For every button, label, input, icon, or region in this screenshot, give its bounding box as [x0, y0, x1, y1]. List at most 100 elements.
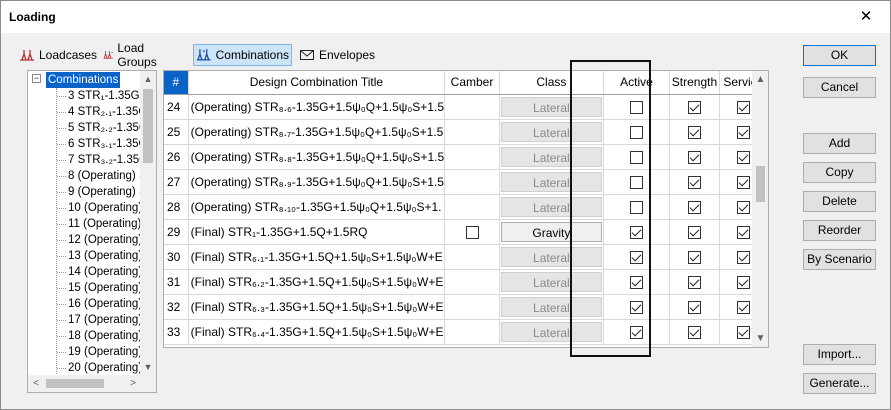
strength-checkbox[interactable]	[687, 325, 701, 339]
strength-cell[interactable]	[669, 94, 720, 120]
grid-scroll-up-icon[interactable]: ▲	[752, 71, 768, 88]
tree-item[interactable]: 15 (Operating)	[56, 280, 141, 296]
grid-vertical-scrollbar[interactable]: ▲ ▼	[752, 71, 768, 347]
table-row[interactable]: 24 (Operating) STR₈.₆-1.35G+1.5ψ₀Q+1.5ψ₀S…	[164, 94, 768, 120]
camber-cell[interactable]	[444, 219, 500, 245]
scroll-left-icon[interactable]: <	[28, 375, 44, 392]
column-header-title[interactable]: Design Combination Title	[188, 71, 446, 95]
tree-item[interactable]: 18 (Operating)	[56, 328, 141, 344]
combination-title-cell[interactable]: (Final) STR₆.₃-1.35G+1.5Q+1.5ψ₀S+1.5ψ₀W+…	[188, 294, 446, 320]
service-checkbox[interactable]	[736, 225, 750, 239]
strength-checkbox[interactable]	[687, 175, 701, 189]
scroll-down-icon[interactable]: ▼	[140, 359, 156, 375]
tree-item[interactable]: 11 (Operating)	[56, 216, 141, 232]
row-number-cell[interactable]: 27	[164, 169, 189, 195]
table-row[interactable]: 25 (Operating) STR₈.₇-1.35G+1.5ψ₀Q+1.5ψ₀S…	[164, 119, 768, 145]
combination-title-cell[interactable]: (Final) STR₁-1.35G+1.5Q+1.5RQ	[188, 219, 446, 245]
combination-title-cell[interactable]: (Operating) STR₈.₆-1.35G+1.5ψ₀Q+1.5ψ₀S+1…	[188, 94, 446, 120]
strength-checkbox[interactable]	[687, 225, 701, 239]
combination-title-cell[interactable]: (Operating) STR₈.₇-1.35G+1.5ψ₀Q+1.5ψ₀S+1…	[188, 119, 446, 145]
scroll-right-icon[interactable]: >	[125, 375, 141, 392]
tree-root-combinations[interactable]: Combinations	[46, 72, 121, 88]
tab-combinations[interactable]: Combinations	[193, 44, 292, 66]
tree-horizontal-scrollbar[interactable]: < >	[28, 375, 141, 392]
combinations-tree[interactable]: − Combinations 3 STR₁-1.35G+ 4 STR₂.₁-1.…	[27, 70, 157, 393]
by-scenario-button[interactable]: By Scenario	[803, 249, 876, 270]
strength-cell[interactable]	[669, 169, 720, 195]
strength-checkbox[interactable]	[687, 150, 701, 164]
service-checkbox[interactable]	[736, 150, 750, 164]
tree-item[interactable]: 9 (Operating) S	[57, 184, 141, 200]
tab-load-groups[interactable]: Load Groups	[101, 41, 164, 69]
tree-item[interactable]: 7 STR₃.₂-1.35G	[56, 152, 141, 168]
strength-cell[interactable]	[669, 244, 720, 270]
strength-checkbox[interactable]	[687, 275, 701, 289]
table-row[interactable]: 27 (Operating) STR₈.₉-1.35G+1.5ψ₀Q+1.5ψ₀S…	[164, 169, 768, 195]
strength-checkbox[interactable]	[687, 200, 701, 214]
strength-cell[interactable]	[669, 319, 720, 345]
tab-loadcases[interactable]: Loadcases	[17, 44, 99, 66]
strength-cell[interactable]	[669, 219, 720, 245]
column-header-strength[interactable]: Strength	[669, 71, 720, 95]
tree-item[interactable]: 4 STR₂.₁-1.35G	[56, 104, 141, 120]
table-row[interactable]: 26 (Operating) STR₈.₈-1.35G+1.5ψ₀Q+1.5ψ₀S…	[164, 144, 768, 170]
tree-item[interactable]: 13 (Operating)	[56, 248, 141, 264]
service-checkbox[interactable]	[736, 200, 750, 214]
copy-button[interactable]: Copy	[803, 162, 876, 183]
table-row[interactable]: 33 (Final) STR₆.₄-1.35G+1.5Q+1.5ψ₀S+1.5ψ₀…	[164, 319, 768, 345]
add-button[interactable]: Add	[803, 133, 876, 154]
tree-scroll-thumb[interactable]	[143, 89, 153, 163]
strength-checkbox[interactable]	[687, 100, 701, 114]
row-number-cell[interactable]: 28	[164, 194, 189, 220]
table-row[interactable]: 30 (Final) STR₆.₁-1.35G+1.5Q+1.5ψ₀S+1.5ψ₀…	[164, 244, 768, 270]
row-number-cell[interactable]: 32	[164, 294, 189, 320]
tree-item[interactable]: 14 (Operating)	[56, 264, 141, 280]
service-checkbox[interactable]	[736, 300, 750, 314]
table-row[interactable]: 28 (Operating) STR₈.₁₀-1.35G+1.5ψ₀Q+1.5ψ₀…	[164, 194, 768, 220]
ok-button[interactable]: OK	[803, 45, 876, 66]
strength-checkbox[interactable]	[687, 300, 701, 314]
strength-cell[interactable]	[669, 119, 720, 145]
tree-item[interactable]: 17 (Operating)	[56, 312, 141, 328]
row-number-cell[interactable]: 33	[164, 319, 189, 345]
row-number-cell[interactable]: 31	[164, 269, 189, 295]
service-checkbox[interactable]	[736, 275, 750, 289]
tree-hscroll-thumb[interactable]	[46, 379, 104, 388]
service-checkbox[interactable]	[736, 100, 750, 114]
grid-scroll-down-icon[interactable]: ▼	[752, 330, 768, 347]
tree-item[interactable]: 19 (Operating)	[56, 344, 141, 360]
generate-button[interactable]: Generate...	[803, 373, 876, 394]
row-number-cell[interactable]: 26	[164, 144, 189, 170]
strength-cell[interactable]	[669, 269, 720, 295]
tree-item[interactable]: 16 (Operating)	[56, 296, 141, 312]
tree-item[interactable]: 12 (Operating)	[56, 232, 141, 248]
combination-title-cell[interactable]: (Final) STR₆.₂-1.35G+1.5Q+1.5ψ₀S+1.5ψ₀W+…	[188, 269, 446, 295]
strength-cell[interactable]	[669, 294, 720, 320]
tree-item[interactable]: 10 (Operating)	[56, 200, 141, 216]
strength-cell[interactable]	[669, 144, 720, 170]
close-icon[interactable]: ✕	[851, 1, 881, 33]
strength-checkbox[interactable]	[687, 125, 701, 139]
service-checkbox[interactable]	[736, 175, 750, 189]
scroll-up-icon[interactable]: ▲	[140, 71, 156, 87]
row-number-cell[interactable]: 24	[164, 94, 189, 120]
tree-item[interactable]: 8 (Operating) S	[57, 168, 141, 184]
tree-item[interactable]: 3 STR₁-1.35G+	[56, 88, 141, 104]
table-row[interactable]: 29 (Final) STR₁-1.35G+1.5Q+1.5RQ Gravity	[164, 219, 768, 245]
column-header-number[interactable]: #	[164, 71, 189, 95]
service-checkbox[interactable]	[736, 250, 750, 264]
grid-scroll-thumb[interactable]	[756, 166, 765, 202]
collapse-icon[interactable]: −	[32, 74, 41, 83]
table-row[interactable]: 31 (Final) STR₆.₂-1.35G+1.5Q+1.5ψ₀S+1.5ψ₀…	[164, 269, 768, 295]
service-checkbox[interactable]	[736, 125, 750, 139]
row-number-cell[interactable]: 25	[164, 119, 189, 145]
strength-cell[interactable]	[669, 194, 720, 220]
combinations-grid[interactable]: # Design Combination Title Camber Class …	[163, 70, 769, 348]
service-checkbox[interactable]	[736, 325, 750, 339]
camber-checkbox[interactable]	[465, 225, 479, 239]
table-row[interactable]: 32 (Final) STR₆.₃-1.35G+1.5Q+1.5ψ₀S+1.5ψ₀…	[164, 294, 768, 320]
tree-item[interactable]: 20 (Operating)	[56, 360, 141, 374]
combination-title-cell[interactable]: (Final) STR₆.₁-1.35G+1.5Q+1.5ψ₀S+1.5ψ₀W+…	[188, 244, 446, 270]
combination-title-cell[interactable]: (Operating) STR₈.₁₀-1.35G+1.5ψ₀Q+1.5ψ₀S+…	[188, 194, 446, 220]
tree-item[interactable]: 5 STR₂.₂-1.35G	[57, 120, 141, 136]
